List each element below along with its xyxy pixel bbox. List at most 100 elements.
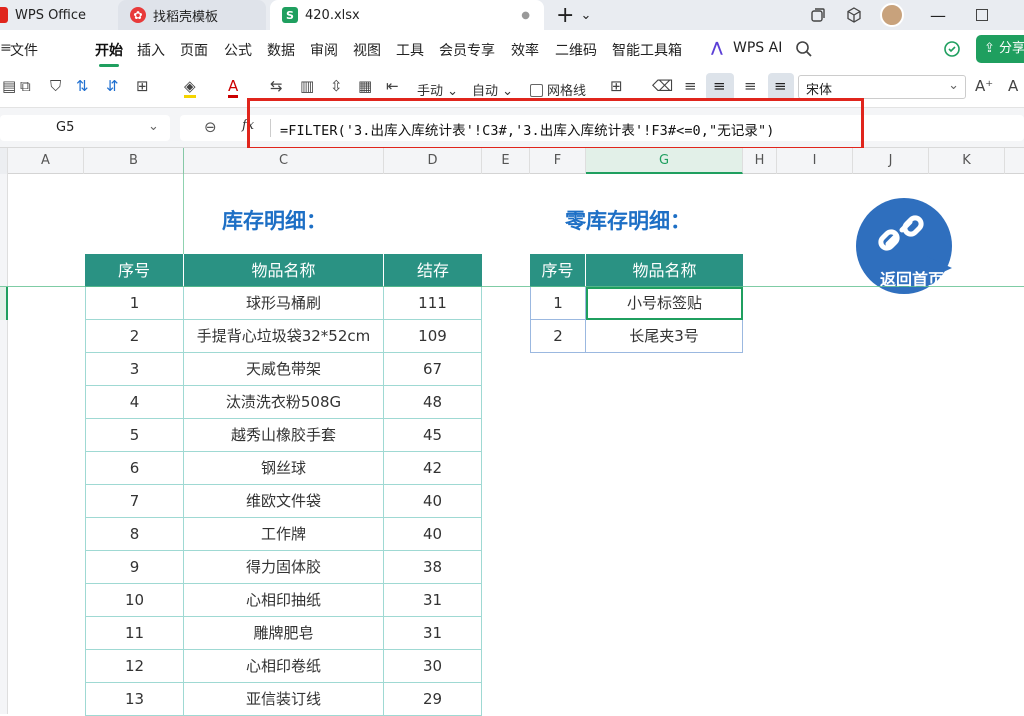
menu-home[interactable]: 开始 [95,40,123,67]
table-cell[interactable]: 心相印抽纸 [184,584,384,617]
cube-icon[interactable] [846,0,862,30]
cloud-sync-icon[interactable] [943,40,961,62]
column-header-e[interactable]: E [482,148,530,174]
font-size-decrease-icon[interactable]: A [1008,77,1018,95]
avatar[interactable] [880,0,904,30]
new-tab-button[interactable]: + ⌄ [556,0,591,30]
column-header-j[interactable]: J [853,148,929,174]
table-cell[interactable]: 45 [384,419,482,452]
table-cell[interactable]: 2 [530,320,586,353]
menu-insert[interactable]: 插入 [137,40,165,60]
clear-format-icon[interactable]: ⌫ [652,77,673,95]
table-cell[interactable]: 钢丝球 [184,452,384,485]
zoom-icon[interactable]: ⊖ [204,118,217,136]
table-cell[interactable]: 48 [384,386,482,419]
menu-qrcode[interactable]: 二维码 [555,40,597,60]
tab-template[interactable]: ✿ 找稻壳模板 [118,0,266,30]
filter-icon[interactable]: ⛉ [50,77,61,95]
column-header-c[interactable]: C [184,148,384,174]
fill-color-icon[interactable]: ◈ [184,77,196,98]
menu-data[interactable]: 数据 [267,40,295,60]
menu-smart-toolbox[interactable]: 智能工具箱 [612,40,682,60]
menu-page[interactable]: 页面 [180,40,208,60]
table-cell[interactable]: 109 [384,320,482,353]
table-cell[interactable]: 6 [85,452,184,485]
table-cell[interactable]: 38 [384,551,482,584]
freeze-icon[interactable]: ▦ [358,77,372,95]
active-cell-g5[interactable]: 小号标签贴 [586,287,743,320]
maximize-button[interactable] [976,0,988,30]
column-header-g[interactable]: G [586,148,743,174]
align-left-icon[interactable]: ≡ [684,77,697,95]
table-cell[interactable]: 10 [85,584,184,617]
gridlines-checkbox[interactable]: 网格线 [530,80,586,99]
column-header-b[interactable]: B [84,148,184,174]
menu-tools[interactable]: 工具 [396,40,424,60]
paste-icon[interactable]: ▤ [2,77,16,95]
menu-view[interactable]: 视图 [353,40,381,60]
table-cell[interactable]: 心相印卷纸 [184,650,384,683]
align-center-button[interactable]: ≡ [706,73,734,101]
table-style-icon[interactable]: ⊞ [610,77,623,95]
menu-review[interactable]: 审阅 [310,40,338,60]
select-all-corner[interactable] [0,148,8,174]
font-color-icon[interactable]: A [228,77,239,98]
column-header-d[interactable]: D [384,148,482,174]
menu-member[interactable]: 会员专享 [439,40,495,60]
column-header-a[interactable]: A [8,148,84,174]
table-cell[interactable]: 5 [85,419,184,452]
table-cell[interactable]: 4 [85,386,184,419]
column-header-f[interactable]: F [530,148,586,174]
minimize-button[interactable]: — [930,0,946,30]
table-cell[interactable]: 2 [85,320,184,353]
table-cell[interactable]: 汰渍洗衣粉508G [184,386,384,419]
table-cell[interactable]: 13 [85,683,184,716]
share-button[interactable]: ⇪ 分享 [976,35,1024,63]
calc-auto-dropdown[interactable]: 自动 ⌄ [472,80,513,99]
tab-420-xlsx[interactable]: S 420.xlsx ● [270,0,544,30]
table-cell[interactable]: 长尾夹3号 [586,320,743,353]
wrap-icon[interactable]: ⇆ [270,77,283,95]
window-mode-icon[interactable] [810,0,826,30]
table-cell[interactable]: 1 [85,287,184,320]
sort-desc-icon[interactable]: ⇵ [106,77,119,95]
menu-formula[interactable]: 公式 [224,40,252,60]
table-cell[interactable]: 12 [85,650,184,683]
font-name-select[interactable]: 宋体 ⌄ [798,75,966,99]
table-cell[interactable]: 67 [384,353,482,386]
merge-icon[interactable]: ▥ [300,77,314,95]
justify-button[interactable]: ≡ [768,73,794,101]
table-cell[interactable]: 40 [384,518,482,551]
column-header-h[interactable]: H [743,148,777,174]
row-height-icon[interactable]: ⇳ [330,77,343,95]
table-cell[interactable]: 越秀山橡胶手套 [184,419,384,452]
table-cell[interactable]: 得力固体胶 [184,551,384,584]
row-header-selected[interactable] [0,287,8,320]
search-icon[interactable] [795,40,813,62]
table-cell[interactable]: 天威色带架 [184,353,384,386]
table-cell[interactable]: 40 [384,485,482,518]
menu-wps-ai[interactable]: WPS AI [733,40,782,56]
table-cell[interactable]: 维欧文件袋 [184,485,384,518]
menu-file[interactable]: 文件 [10,40,38,60]
table-cell[interactable]: 31 [384,617,482,650]
table-cell[interactable]: 7 [85,485,184,518]
table-cell[interactable]: 8 [85,518,184,551]
table-cell[interactable]: 手提背心垃圾袋32*52cm [184,320,384,353]
table-cell[interactable]: 31 [384,584,482,617]
table-cell[interactable]: 42 [384,452,482,485]
tab-wps-office[interactable]: WPS Office [0,0,108,30]
table-cell[interactable]: 工作牌 [184,518,384,551]
column-header-i[interactable]: I [777,148,853,174]
menu-efficiency[interactable]: 效率 [511,40,539,60]
name-box[interactable]: G5 ⌄ [0,115,170,141]
table-cell[interactable]: 111 [384,287,482,320]
table-cell[interactable]: 亚信装订线 [184,683,384,716]
column-header-k[interactable]: K [929,148,1005,174]
table-cell[interactable]: 3 [85,353,184,386]
calc-manual-dropdown[interactable]: 手动 ⌄ [417,80,458,99]
table-cell[interactable]: 11 [85,617,184,650]
indent-icon[interactable]: ⇤ [386,77,399,95]
align-right-icon[interactable]: ≡ [744,77,757,95]
back-home-button[interactable]: 返回首页 [856,198,952,294]
